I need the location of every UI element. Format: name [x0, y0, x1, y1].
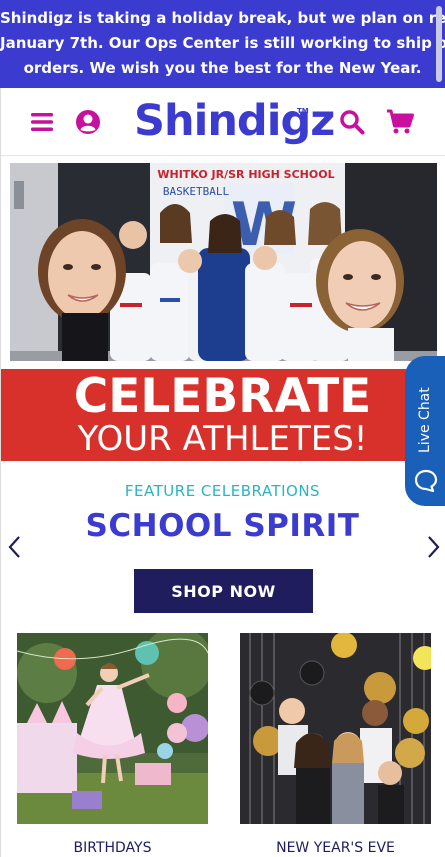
- account-icon[interactable]: [74, 108, 102, 136]
- logo-trademark: TM: [297, 107, 309, 115]
- chevron-right-icon: [428, 536, 440, 558]
- shop-now-button[interactable]: SHOP NOW: [134, 569, 313, 613]
- photo-school-text: WHITKO JR/SR HIGH SCHOOL: [157, 168, 334, 181]
- search-icon[interactable]: [338, 108, 366, 136]
- new-years-eve-label[interactable]: NEW YEAR'S EVE: [240, 840, 431, 856]
- carousel-next-button[interactable]: [422, 533, 445, 561]
- hero-headline-band: CELEBRATE YOUR ATHLETES!: [0, 369, 445, 461]
- cart-icon[interactable]: [386, 108, 414, 136]
- live-chat-label: Live Chat: [417, 387, 433, 453]
- new-years-eve-tile-image[interactable]: [240, 633, 431, 824]
- feature-kicker: FEATURE CELEBRATIONS: [124, 482, 321, 500]
- announcement-banner: Shindigz is taking a holiday break, but …: [0, 0, 445, 88]
- hero-title-line1: CELEBRATE: [73, 369, 372, 424]
- banner-scrollbar[interactable]: [436, 6, 442, 82]
- banner-line-2: January 7th. Our Ops Center is still wor…: [0, 34, 445, 52]
- menu-icon[interactable]: [28, 108, 56, 136]
- banner-line-3: orders. We wish you the best for the New…: [23, 59, 422, 77]
- hero-title-line2: YOUR ATHLETES!: [77, 419, 368, 459]
- page-left-border: [0, 88, 1, 857]
- chevron-left-icon: [8, 536, 20, 558]
- carousel-prev-button[interactable]: [2, 533, 26, 561]
- photo-basketball-text: BASKETBALL: [163, 185, 230, 198]
- feature-title: SCHOOL SPIRIT: [85, 508, 360, 544]
- birthdays-tile-image[interactable]: [17, 633, 208, 824]
- shindigz-logo[interactable]: Shindigz TM: [134, 93, 335, 149]
- site-header: Shindigz TM: [0, 88, 445, 156]
- birthdays-label[interactable]: BIRTHDAYS: [17, 840, 208, 856]
- hero-banner[interactable]: W WHITKO JR/SR HIGH SCHOOL BASKETBALL CE…: [0, 156, 445, 461]
- banner-line-1: Shindigz is taking a holiday break, but …: [0, 9, 445, 27]
- team-photo: W WHITKO JR/SR HIGH SCHOOL BASKETBALL: [10, 163, 437, 361]
